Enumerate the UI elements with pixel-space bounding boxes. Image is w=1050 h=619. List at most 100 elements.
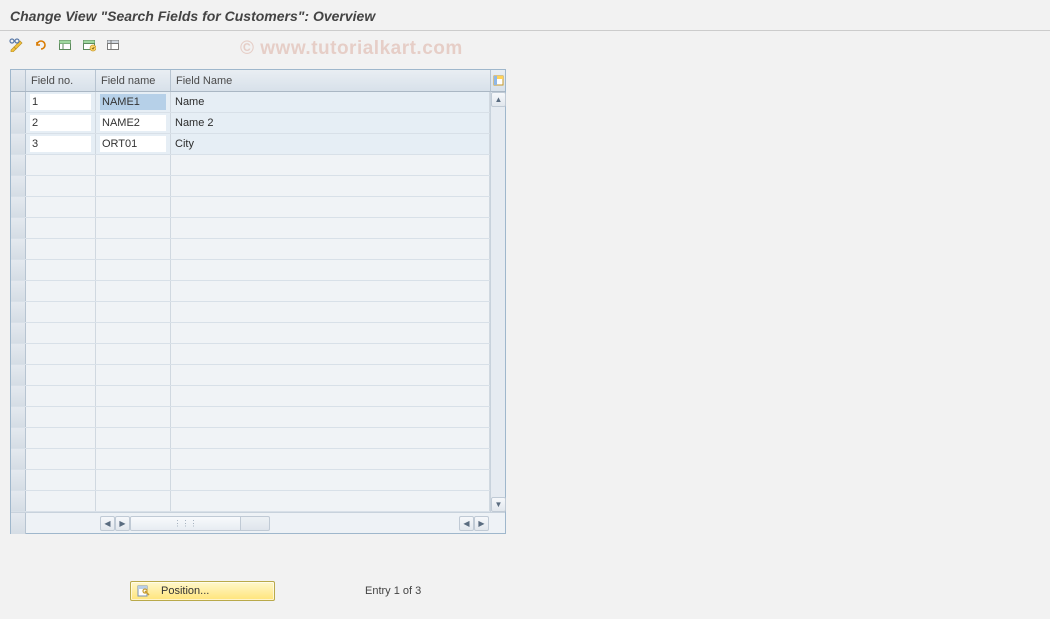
table-body: Name Name 2 City — [11, 92, 490, 512]
table-row: Name 2 — [11, 113, 490, 134]
scroll-up-button[interactable]: ▲ — [491, 92, 506, 107]
select-all-cell[interactable] — [11, 70, 26, 91]
table-row-empty — [11, 386, 490, 407]
fieldno-input[interactable] — [30, 94, 91, 110]
row-selector[interactable] — [11, 470, 26, 490]
row-selector[interactable] — [11, 302, 26, 322]
row-selector[interactable] — [11, 449, 26, 469]
cell-fieldno — [26, 365, 96, 385]
cell-fieldname — [96, 197, 171, 217]
table-row-empty — [11, 155, 490, 176]
row-selector[interactable] — [11, 197, 26, 217]
fieldname-input[interactable] — [100, 94, 166, 110]
cell-fieldname — [96, 134, 171, 154]
cell-desc — [171, 470, 490, 490]
row-selector[interactable] — [11, 218, 26, 238]
scroll-last-button[interactable]: ▶ — [474, 516, 489, 531]
table-row-empty — [11, 428, 490, 449]
toolbar — [0, 31, 1050, 59]
row-selector[interactable] — [11, 239, 26, 259]
row-selector[interactable] — [11, 155, 26, 175]
table-row-empty — [11, 407, 490, 428]
row-selector[interactable] — [11, 281, 26, 301]
table-row-empty — [11, 449, 490, 470]
vscroll-track[interactable] — [491, 107, 505, 497]
table-row: Name — [11, 92, 490, 113]
hscroll-corner — [11, 513, 26, 534]
fieldname-input[interactable] — [100, 136, 166, 152]
cell-desc — [171, 260, 490, 280]
row-selector[interactable] — [11, 344, 26, 364]
toggle-display-change-button[interactable] — [6, 35, 28, 55]
row-selector[interactable] — [11, 386, 26, 406]
table-settings-button[interactable] — [490, 70, 505, 92]
cell-fieldname — [96, 113, 171, 133]
cell-desc — [171, 176, 490, 196]
cell-desc — [171, 407, 490, 427]
cell-fieldno — [26, 386, 96, 406]
row-selector[interactable] — [11, 113, 26, 133]
cell-fieldname — [96, 260, 171, 280]
table-row-empty — [11, 470, 490, 491]
cell-desc: City — [171, 134, 490, 154]
scroll-down-button[interactable]: ▼ — [491, 497, 506, 512]
table-settings-icon — [493, 75, 504, 86]
cell-fieldno — [26, 470, 96, 490]
vertical-scrollbar[interactable]: ▲ ▼ — [490, 92, 505, 512]
copy-as-button[interactable] — [78, 35, 100, 55]
fieldname-input[interactable] — [100, 115, 166, 131]
row-selector[interactable] — [11, 323, 26, 343]
cell-fieldno — [26, 302, 96, 322]
cell-fieldno — [26, 344, 96, 364]
row-selector[interactable] — [11, 92, 26, 112]
cell-fieldno — [26, 428, 96, 448]
col-header-fieldname[interactable]: Field name — [96, 70, 171, 91]
cell-desc — [171, 386, 490, 406]
cell-fieldno — [26, 239, 96, 259]
fieldno-input[interactable] — [30, 115, 91, 131]
cell-desc — [171, 365, 490, 385]
table-row-empty — [11, 344, 490, 365]
table-row-empty — [11, 260, 490, 281]
delete-button[interactable] — [102, 35, 124, 55]
position-button[interactable]: Position... — [130, 581, 275, 601]
row-selector[interactable] — [11, 134, 26, 154]
cell-fieldname — [96, 239, 171, 259]
position-button-label: Position... — [161, 585, 209, 597]
fieldno-input[interactable] — [30, 136, 91, 152]
scroll-first-button[interactable]: ◀ — [100, 516, 115, 531]
row-selector[interactable] — [11, 407, 26, 427]
cell-fieldname — [96, 491, 171, 511]
cell-fieldname — [96, 344, 171, 364]
row-selector[interactable] — [11, 260, 26, 280]
row-selector[interactable] — [11, 428, 26, 448]
cell-fieldno — [26, 197, 96, 217]
table-row-empty — [11, 281, 490, 302]
cell-fieldno — [26, 134, 96, 154]
hscroll-thumb[interactable]: ⋮⋮⋮ — [131, 517, 241, 530]
row-selector[interactable] — [11, 176, 26, 196]
pencil-glasses-icon — [9, 38, 25, 52]
cell-fieldno — [26, 281, 96, 301]
scroll-prev-button[interactable]: ▶ — [115, 516, 130, 531]
scroll-next-button[interactable]: ◀ — [459, 516, 474, 531]
cell-desc — [171, 302, 490, 322]
col-header-fieldno[interactable]: Field no. — [26, 70, 96, 91]
table-row-empty — [11, 197, 490, 218]
table-row-empty — [11, 302, 490, 323]
cell-fieldno — [26, 260, 96, 280]
cell-fieldname — [96, 449, 171, 469]
position-icon — [137, 584, 151, 598]
cell-fieldname — [96, 470, 171, 490]
cell-desc — [171, 344, 490, 364]
other-entry-button[interactable] — [30, 35, 52, 55]
table-delete-icon — [106, 38, 120, 52]
col-header-desc[interactable]: Field Name — [171, 70, 505, 91]
table-row-empty — [11, 491, 490, 512]
cell-desc — [171, 155, 490, 175]
cell-fieldno — [26, 113, 96, 133]
row-selector[interactable] — [11, 491, 26, 511]
row-selector[interactable] — [11, 365, 26, 385]
hscroll-track[interactable]: ⋮⋮⋮ — [130, 516, 270, 531]
new-entries-button[interactable] — [54, 35, 76, 55]
